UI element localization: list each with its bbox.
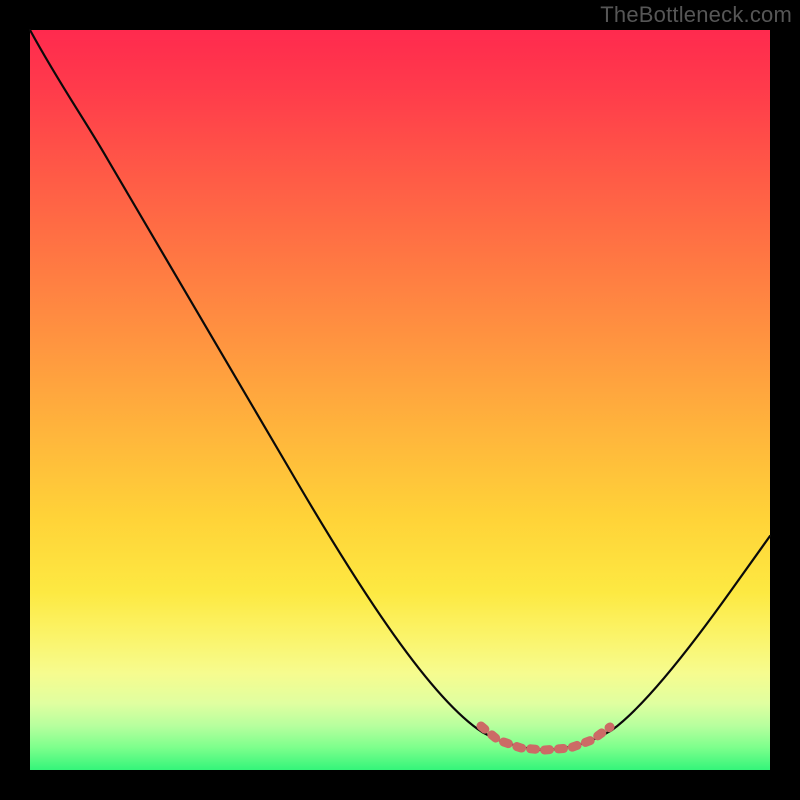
- chart-container: TheBottleneck.com: [0, 0, 800, 800]
- bottleneck-curve: [30, 30, 770, 750]
- valley-window-marker: [481, 726, 610, 750]
- chart-svg: [30, 30, 770, 770]
- watermark-text: TheBottleneck.com: [600, 2, 792, 28]
